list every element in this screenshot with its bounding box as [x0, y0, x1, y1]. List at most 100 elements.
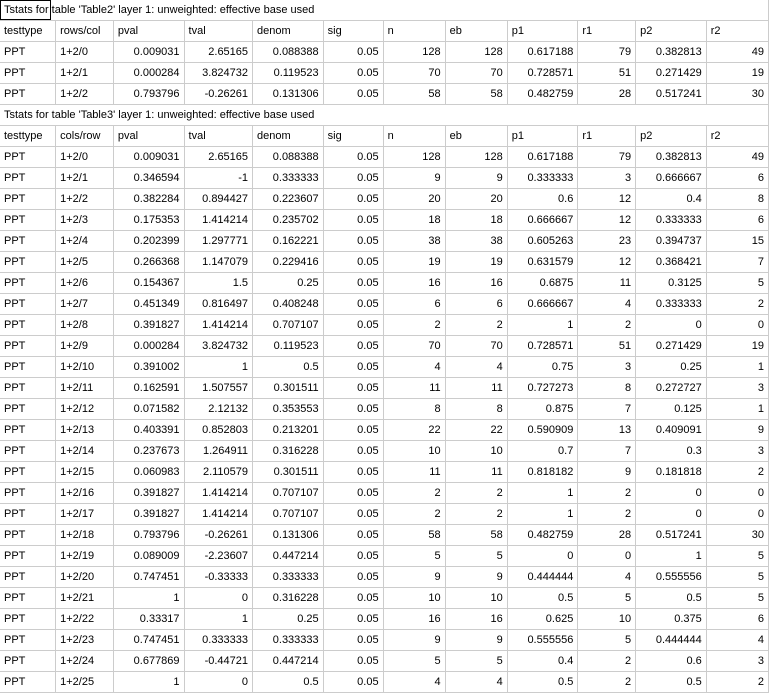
cell: 0.05 [323, 315, 383, 336]
cell: 0.05 [323, 42, 383, 63]
cell: 0 [706, 483, 768, 504]
cell: 0.237673 [113, 441, 184, 462]
cell: 0.707107 [253, 483, 324, 504]
cell: 0.05 [323, 567, 383, 588]
table-row: PPT1+2/220.3331710.250.0516160.625100.37… [0, 609, 769, 630]
table-row: PPT1+2/50.2663681.1470790.2294160.051919… [0, 252, 769, 273]
cell: 1+2/11 [56, 378, 114, 399]
cell: PPT [0, 399, 56, 420]
cell: 0.162221 [253, 231, 324, 252]
cell: 0.517241 [636, 84, 707, 105]
cell: 1+2/18 [56, 525, 114, 546]
cell: PPT [0, 588, 56, 609]
cell: 5 [383, 651, 445, 672]
cell: 1+2/5 [56, 252, 114, 273]
cell: 4 [383, 672, 445, 693]
cell: 1+2/12 [56, 399, 114, 420]
table-row: PPT1+2/110.1625911.5075570.3015110.05111… [0, 378, 769, 399]
cell: 2 [445, 315, 507, 336]
cell: 0.403391 [113, 420, 184, 441]
cell: 0.05 [323, 168, 383, 189]
cell: 7 [706, 252, 768, 273]
cell: PPT [0, 630, 56, 651]
cell: 1+2/10 [56, 357, 114, 378]
cell: 0.6 [636, 651, 707, 672]
cell: 6 [706, 210, 768, 231]
cell: 7 [578, 399, 636, 420]
cell: 7 [578, 441, 636, 462]
cell: 3.824732 [184, 336, 252, 357]
cell: 38 [383, 231, 445, 252]
cell: 5 [706, 567, 768, 588]
cell: 0.382284 [113, 189, 184, 210]
col-header-denom: denom [253, 126, 324, 147]
cell: 0.3125 [636, 273, 707, 294]
cell: 0.875 [507, 399, 578, 420]
cell: 5 [706, 546, 768, 567]
cell: 0.5 [636, 588, 707, 609]
cell: 0.333333 [636, 294, 707, 315]
table-row: PPT1+2/130.4033910.8528030.2132010.05222… [0, 420, 769, 441]
cell: PPT [0, 525, 56, 546]
cell: 0.05 [323, 651, 383, 672]
cell: 0.666667 [507, 294, 578, 315]
cell: -0.26261 [184, 84, 252, 105]
cell: 3 [706, 651, 768, 672]
cell: PPT [0, 378, 56, 399]
cell: 0.728571 [507, 336, 578, 357]
cell: 0.088388 [253, 42, 324, 63]
cell: 16 [445, 273, 507, 294]
cell: 9 [706, 420, 768, 441]
cell: 1.264911 [184, 441, 252, 462]
cell: 2 [578, 672, 636, 693]
cell: 3 [578, 357, 636, 378]
col-header-p2: p2 [636, 21, 707, 42]
cell: 30 [706, 525, 768, 546]
cell: PPT [0, 651, 56, 672]
cell: PPT [0, 672, 56, 693]
cell: 0.391827 [113, 504, 184, 525]
cell: 0 [507, 546, 578, 567]
cell: PPT [0, 336, 56, 357]
cell: 0.089009 [113, 546, 184, 567]
cell: 20 [445, 189, 507, 210]
cell: 2 [383, 483, 445, 504]
cell: 9 [578, 462, 636, 483]
cell: 58 [445, 525, 507, 546]
cell: 1 [636, 546, 707, 567]
col-header-r1: r1 [578, 21, 636, 42]
cell: 0.05 [323, 483, 383, 504]
cell: 13 [578, 420, 636, 441]
cell: 2 [706, 462, 768, 483]
table-row: PPT1+2/25100.50.05440.520.52 [0, 672, 769, 693]
cell: 1.414214 [184, 483, 252, 504]
cell: PPT [0, 483, 56, 504]
cell: 0.75 [507, 357, 578, 378]
cell: 2 [578, 483, 636, 504]
cell: 16 [383, 609, 445, 630]
cell: 58 [383, 84, 445, 105]
cell: 58 [445, 84, 507, 105]
cell: 1.507557 [184, 378, 252, 399]
cell: PPT [0, 294, 56, 315]
cell: 0.119523 [253, 63, 324, 84]
cell: PPT [0, 609, 56, 630]
cell: 1+2/0 [56, 42, 114, 63]
cell: 1 [507, 504, 578, 525]
cell: 0.382813 [636, 42, 707, 63]
col-header-cols/row: cols/row [56, 126, 114, 147]
cell: 5 [383, 546, 445, 567]
cell: 0.175353 [113, 210, 184, 231]
cell: 11 [445, 378, 507, 399]
cell: 0.555556 [636, 567, 707, 588]
cell: 0.316228 [253, 441, 324, 462]
cell: 1+2/7 [56, 294, 114, 315]
cell: 2 [578, 651, 636, 672]
cell: 1 [184, 357, 252, 378]
cell: 28 [578, 84, 636, 105]
cell: 0 [706, 315, 768, 336]
cell: 3 [706, 441, 768, 462]
cell: PPT [0, 42, 56, 63]
cell: 0.333333 [253, 630, 324, 651]
table-row: PPT1+2/100.39100210.50.05440.7530.251 [0, 357, 769, 378]
